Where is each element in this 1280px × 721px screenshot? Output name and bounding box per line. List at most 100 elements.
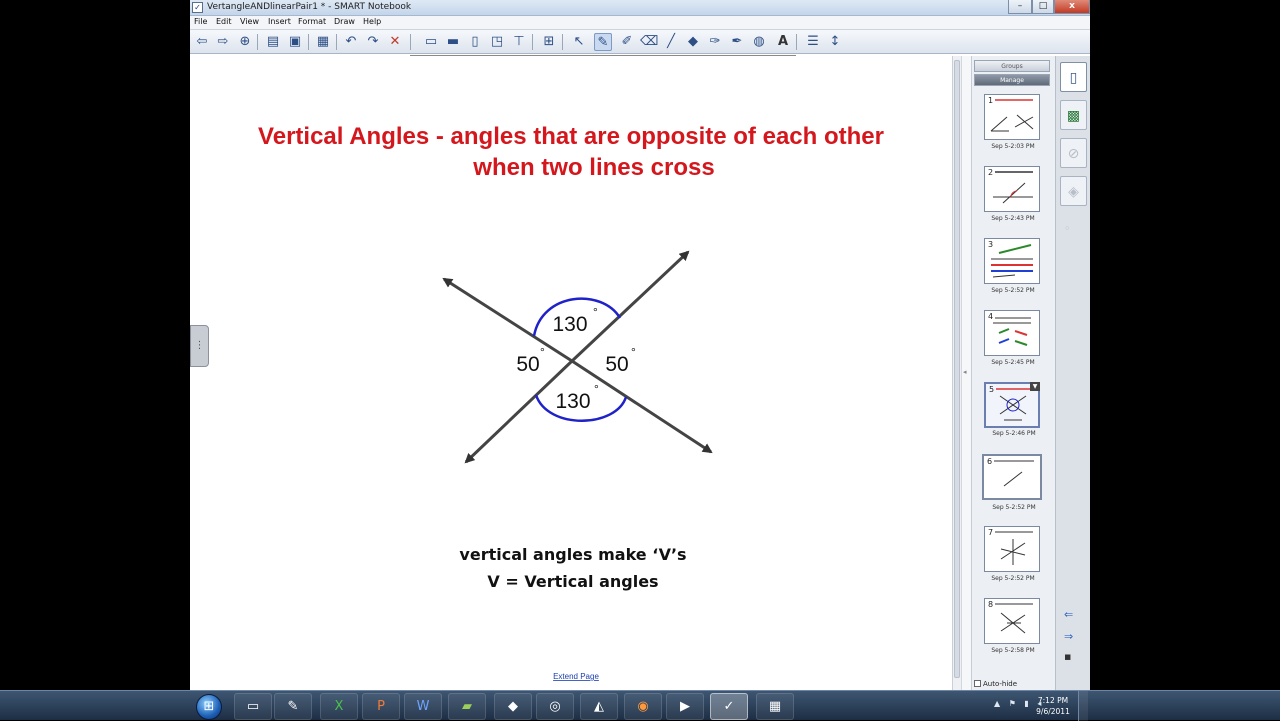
menu-view[interactable]: View <box>240 17 259 26</box>
thumbnail-preview <box>993 317 1031 346</box>
explorer-icon[interactable]: ▭ <box>234 693 272 720</box>
notebook-icon[interactable]: ▰ <box>448 693 486 720</box>
angle-label-bottom: 130 <box>555 390 590 413</box>
groups-button[interactable]: Groups <box>974 60 1050 72</box>
smart-notebook-window: ✓ VertangleANDlinearPair1 * - SMART Note… <box>190 0 1090 690</box>
slide-thumbnail-1[interactable]: 1 Sep 5-2:03 PM <box>984 94 1040 150</box>
dual-page-icon[interactable]: ▯ <box>466 33 484 51</box>
slide-thumbnail-3[interactable]: 3 Sep 5-2:52 PM <box>984 238 1040 294</box>
notebook-page[interactable]: Vertical Angles - angles that are opposi… <box>190 56 952 690</box>
move-left-icon[interactable]: ⇐ <box>1064 608 1073 621</box>
clock-time: 7:12 PM <box>1037 696 1069 705</box>
undo-icon[interactable]: ↶ <box>342 33 360 51</box>
close-button[interactable]: x <box>1054 0 1090 14</box>
page-sorter-icon[interactable]: ▯ <box>1060 62 1087 92</box>
page-drawing: Vertical Angles - angles that are opposi… <box>258 123 884 681</box>
slide-thumbnail-5[interactable]: 5 ▼ Sep 5-2:46 PM <box>984 382 1040 437</box>
paste-icon[interactable]: ▦ <box>314 33 332 51</box>
gallery-icon[interactable]: ▩ <box>1060 100 1087 130</box>
angle-label-top: 130 <box>552 313 587 336</box>
clock[interactable]: 7:12 PM 9/6/2011 <box>1030 695 1076 717</box>
line-b-arrow-up <box>570 250 690 363</box>
creative-pen-icon[interactable]: ✐ <box>618 33 636 51</box>
add-tab-icon[interactable]: ▪ <box>1064 650 1071 663</box>
menu-draw[interactable]: Draw <box>334 17 355 26</box>
firefox-icon[interactable]: ◉ <box>624 693 662 720</box>
slide-menu-dropdown-icon[interactable]: ▼ <box>1030 382 1040 391</box>
vertical-scrollbar[interactable] <box>952 56 961 690</box>
scrollbar-thumb[interactable] <box>954 60 960 678</box>
eraser-icon[interactable]: ⌫ <box>640 33 658 51</box>
table-icon[interactable]: ⊞ <box>540 33 558 51</box>
menu-format[interactable]: Format <box>298 17 326 26</box>
media-icon[interactable]: ▶ <box>666 693 704 720</box>
attachments-icon[interactable]: ⊘ <box>1060 138 1087 168</box>
fill-icon[interactable]: ◍ <box>750 33 768 51</box>
powerpoint-icon[interactable]: P <box>362 693 400 720</box>
panel-resize-handle[interactable]: ◂ <box>961 56 971 690</box>
menu-insert[interactable]: Insert <box>268 17 291 26</box>
smart-notebook-icon[interactable]: ✓ <box>192 2 203 13</box>
properties-icon[interactable]: ☰ <box>804 33 822 51</box>
forward-arrow-icon[interactable]: ⇨ <box>214 33 232 51</box>
magic-pen-icon[interactable]: ✑ <box>706 33 724 51</box>
clock-date: 9/6/2011 <box>1036 707 1070 716</box>
move-toolbar-icon[interactable]: ↕ <box>826 33 844 51</box>
shape-icon[interactable]: ◆ <box>684 33 702 51</box>
smart-tools-icon[interactable]: ✎ <box>274 693 312 720</box>
toolbar-separator <box>308 34 309 50</box>
full-screen-icon[interactable]: ▬ <box>444 33 462 51</box>
toolbar-separator <box>410 34 411 50</box>
redo-icon[interactable]: ↷ <box>364 33 382 51</box>
slide-thumbnail-4[interactable]: 4 Sep 5-2:45 PM <box>984 310 1040 366</box>
minimize-button[interactable]: – <box>1008 0 1032 14</box>
open-folder-icon[interactable]: ▤ <box>264 33 282 51</box>
auto-hide-checkbox[interactable]: Auto-hide <box>974 680 1017 688</box>
tab-scroll-icon[interactable]: ◦ <box>1064 222 1071 235</box>
video-icon[interactable]: ▦ <box>756 693 794 720</box>
menu-file[interactable]: File <box>194 17 207 26</box>
checkbox-box[interactable] <box>974 680 981 687</box>
excel-icon[interactable]: X <box>320 693 358 720</box>
toolbar-separator <box>796 34 797 50</box>
word-icon[interactable]: W <box>404 693 442 720</box>
menu-edit[interactable]: Edit <box>216 17 232 26</box>
text-icon[interactable]: A <box>774 33 792 51</box>
recorder-icon[interactable]: ◭ <box>580 693 618 720</box>
inkscape-icon[interactable]: ◆ <box>494 693 532 720</box>
magic-pen-icon[interactable]: ✒ <box>728 33 746 51</box>
slide-thumbnail-7[interactable]: 7 Sep 5-2:52 PM <box>984 526 1040 582</box>
angle-label-left: 50 <box>516 353 539 376</box>
smart-notebook-icon[interactable]: ✓ <box>710 693 748 720</box>
menu-help[interactable]: Help <box>363 17 381 26</box>
slide-thumbnail-8[interactable]: 8 Sep 5-2:58 PM <box>984 598 1040 654</box>
pen-icon[interactable]: ✎ <box>594 33 612 51</box>
select-icon[interactable]: ↖ <box>570 33 588 51</box>
slide-thumbnail-2[interactable]: 2 Sep 5-2:43 PM <box>984 166 1040 222</box>
start-button[interactable]: ⊞ <box>196 694 222 720</box>
angle-label-right: 50 <box>605 353 628 376</box>
slide-time: Sep 5-2:52 PM <box>991 287 1035 294</box>
chat-icon[interactable]: ◎ <box>536 693 574 720</box>
show-desktop-button[interactable] <box>1078 691 1088 721</box>
degree-symbol: ° <box>631 345 636 359</box>
manage-groups-button[interactable]: Manage <box>974 74 1050 86</box>
properties-icon[interactable]: ◈ <box>1060 176 1087 206</box>
resize-grip-icon: ◂ <box>963 368 967 376</box>
extend-page-link[interactable]: Extend Page <box>553 672 599 681</box>
delete-icon[interactable]: ✕ <box>386 33 404 51</box>
move-right-icon[interactable]: ⇒ <box>1064 630 1073 643</box>
floating-tools-tab[interactable]: ⋮ <box>190 325 209 367</box>
save-icon[interactable]: ▣ <box>286 33 304 51</box>
screen-capture-icon[interactable]: ◳ <box>488 33 506 51</box>
line-icon[interactable]: ╱ <box>662 33 680 51</box>
screen-shade-icon[interactable]: ▭ <box>422 33 440 51</box>
slide-thumbnail-6[interactable]: 6 Sep 5-2:52 PM <box>982 454 1042 511</box>
maximize-button[interactable]: □ <box>1032 0 1054 14</box>
slide-time: Sep 5-2:46 PM <box>992 430 1036 437</box>
side-tabs: ▯ ▩ ⊘ ◈ ◦ ⇐ ⇒ ▪ <box>1055 56 1090 690</box>
toolbar-separator <box>257 34 258 50</box>
add-page-icon[interactable]: ⊕ <box>236 33 254 51</box>
back-arrow-icon[interactable]: ⇦ <box>193 33 211 51</box>
document-camera-icon[interactable]: ⊤ <box>510 33 528 51</box>
